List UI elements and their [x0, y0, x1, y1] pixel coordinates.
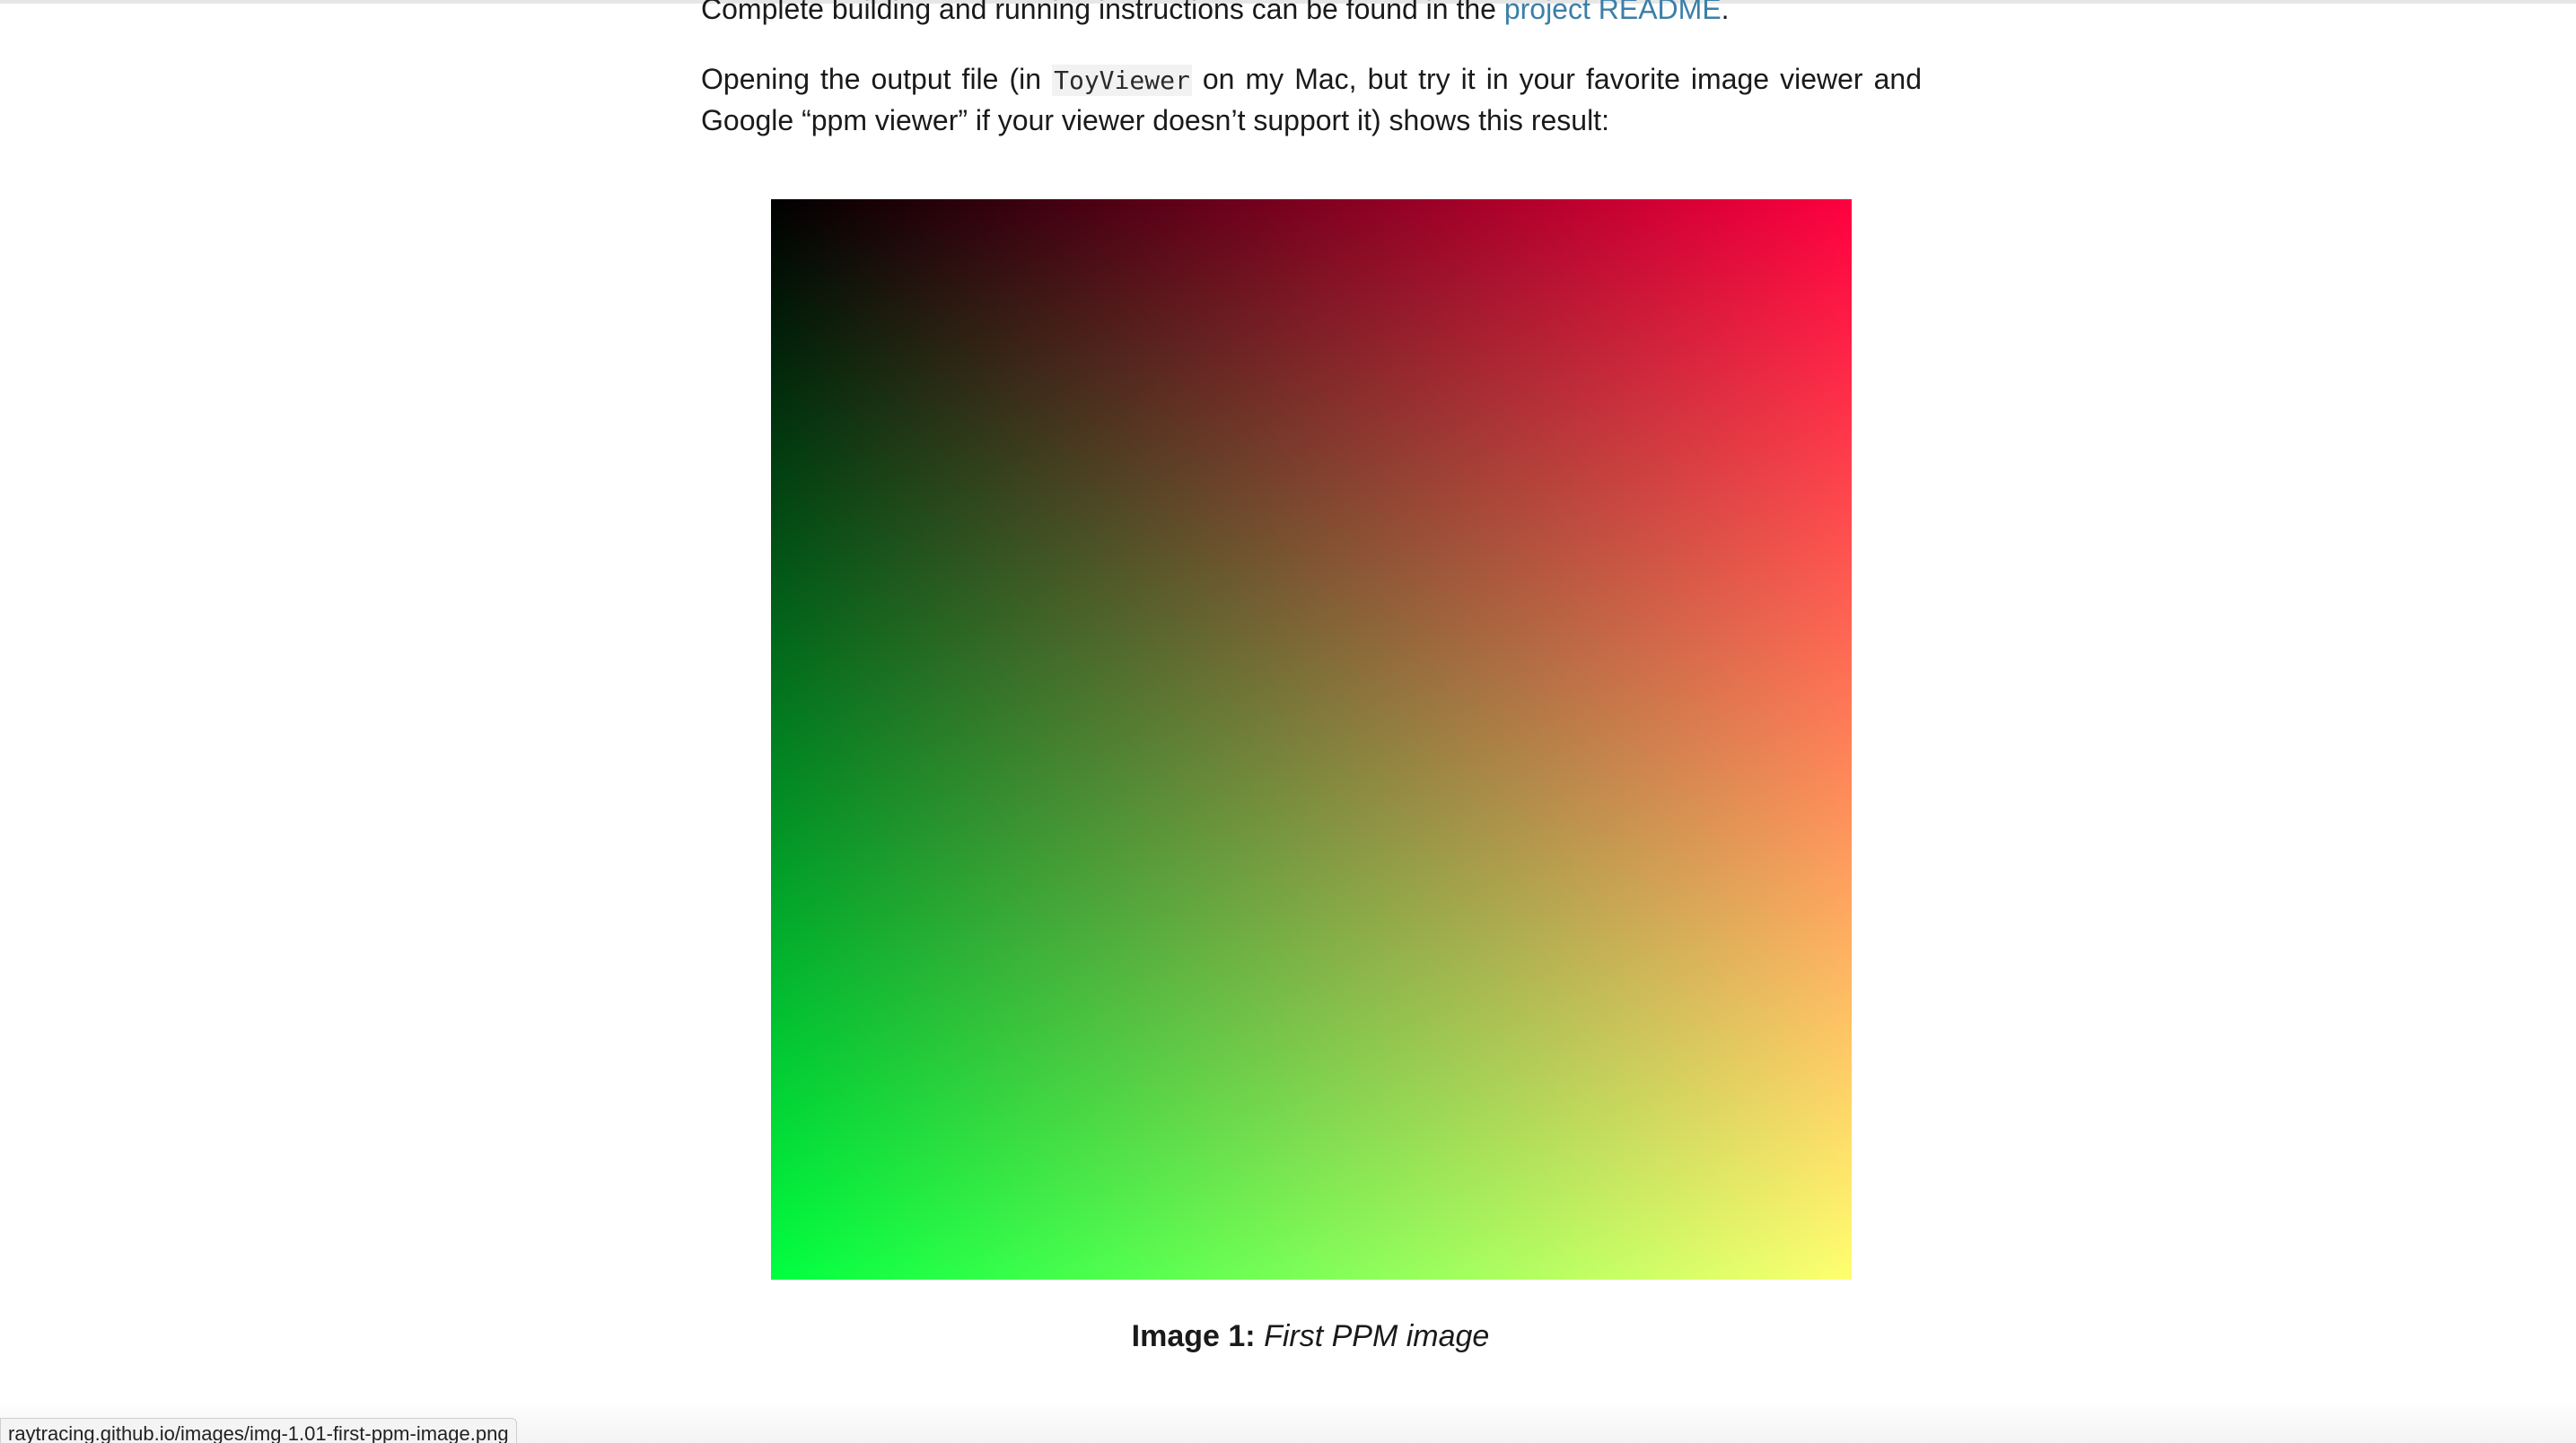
- figure-first-ppm-image: [771, 199, 1852, 1280]
- paragraph-text-end: .: [1721, 0, 1730, 25]
- caption-label: Image 1:: [1131, 1319, 1256, 1353]
- status-bar-link-preview: raytracing.github.io/images/img-1.01-fir…: [0, 1418, 517, 1443]
- paragraph-text: on my Mac, but try it in your favorite i…: [1191, 63, 1923, 95]
- paragraph-line-2: Google “ppm viewer” if your viewer doesn…: [701, 104, 1609, 136]
- paragraph-output-file: Opening the output file (in ToyViewer on…: [701, 59, 1922, 141]
- figure-caption: Image 1: First PPM image: [0, 1316, 2576, 1356]
- ppm-gradient-image[interactable]: [771, 199, 1852, 1280]
- project-readme-link[interactable]: project README: [1504, 0, 1722, 25]
- paragraph-line-1: Opening the output file (in ToyViewer on…: [701, 59, 1922, 101]
- caption-text: First PPM image: [1264, 1319, 1490, 1353]
- paragraph-build-instructions: Complete building and running instructio…: [701, 0, 1922, 30]
- paragraph-text: Opening the output file (in: [701, 63, 1053, 95]
- inline-code-toyviewer: ToyViewer: [1052, 65, 1192, 96]
- paragraph-text: Complete building and running instructio…: [701, 0, 1504, 25]
- browser-viewport: Complete building and running instructio…: [0, 0, 2576, 1443]
